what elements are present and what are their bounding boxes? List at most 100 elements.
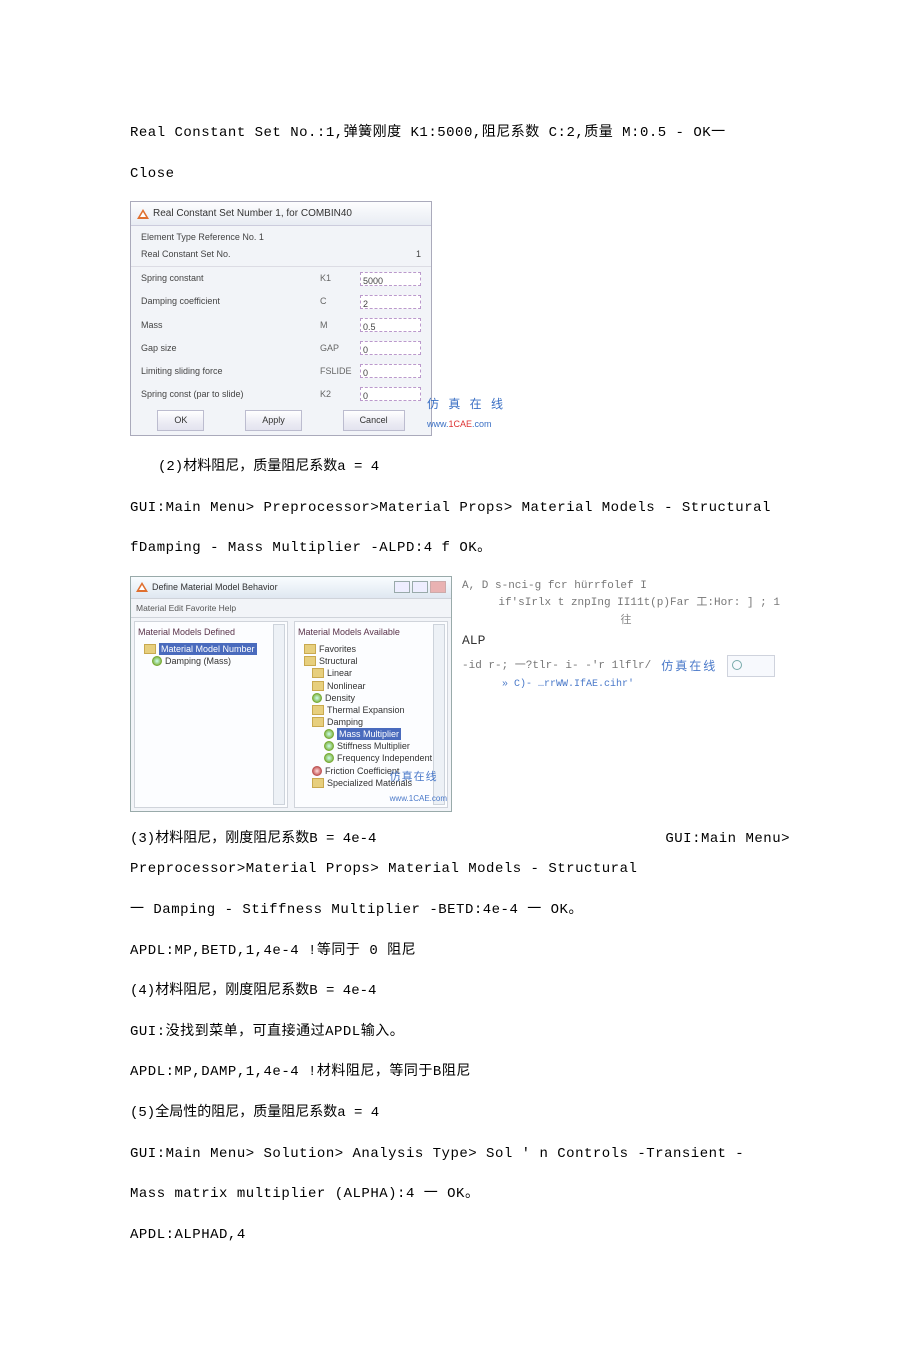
right-col-head: Material Models Available [298, 624, 444, 643]
graph-icon [727, 655, 775, 677]
folder-icon [312, 681, 324, 691]
folder-icon [312, 705, 324, 715]
label-k1: Spring constant [141, 270, 320, 287]
scrollbar[interactable] [273, 624, 285, 805]
label-c: Damping coefficient [141, 293, 320, 310]
set-no-input[interactable]: 1 [416, 246, 421, 263]
dialog-subheader: Element Type Reference No. 1 Real Consta… [131, 226, 431, 267]
max-icon[interactable] [412, 581, 428, 593]
min-icon[interactable] [394, 581, 410, 593]
sec4-line2: APDL:MP,DAMP,1,4e-4 !材料阻尼，等同于B阻尼 [130, 1059, 790, 1086]
element-type-ref-label: Element Type Reference No. 1 [141, 229, 421, 246]
tree-item[interactable]: Nonlinear [298, 680, 444, 692]
tree-item[interactable]: Mass Multiplier [298, 728, 444, 740]
tree-label: Thermal Expansion [327, 704, 405, 716]
sec3-line2: 一 Damping - Stiffness Multiplier -BETD:4… [130, 897, 790, 924]
code-fslide: FSLIDE [320, 363, 360, 380]
tree-item[interactable]: Material Model Number [138, 643, 284, 655]
material-menubar[interactable]: Material Edit Favorite Help [131, 599, 451, 618]
sec5-heading: (5)全局性的阻尼，质量阻尼系数a = 4 [130, 1100, 790, 1127]
watermark: 仿 真 在 线 www.1CAE.com [427, 393, 506, 433]
apply-button[interactable]: Apply [245, 410, 302, 431]
tree-label: Mass Multiplier [337, 728, 401, 740]
tree-label: Structural [319, 655, 358, 667]
frag-line-2: if'sIrlx t znpIng II11t(p)Far 工:Hor: ] ;… [462, 595, 790, 613]
sec5-line1: GUI:Main Menu> Solution> Analysis Type> … [130, 1141, 790, 1168]
atom-icon [312, 766, 322, 776]
cancel-button[interactable]: Cancel [343, 410, 405, 431]
row-fslide: Limiting sliding force FSLIDE 0 [131, 360, 431, 383]
sec3-gui-label: GUI:Main Menu> [665, 826, 790, 853]
sec2-gui-line1: GUI:Main Menu> Preprocessor>Material Pro… [130, 495, 790, 522]
input-fslide[interactable]: 0 [360, 364, 421, 378]
sec2-gui-line2: fDamping - Mass Multiplier -ALPD:4 f OK。 [130, 535, 790, 562]
folder-icon [304, 644, 316, 654]
row-m: Mass M 0.5 [131, 314, 431, 337]
input-k1[interactable]: 5000 [360, 272, 421, 286]
intro-line-1: Real Constant Set No.:1,弹簧刚度 K1:5000,阻尼系… [130, 120, 790, 147]
tree-label: Density [325, 692, 355, 704]
tree-label: Linear [327, 667, 352, 679]
dialog-title-text: Real Constant Set Number 1, for COMBIN40 [153, 204, 352, 223]
row-k2: Spring const (par to slide) K2 0 [131, 383, 431, 406]
ok-button[interactable]: OK [157, 410, 204, 431]
sec5-line3: APDL:ALPHAD,4 [130, 1222, 790, 1249]
sec4-line1: GUI:没找到菜单，可直接通过APDL输入。 [130, 1019, 790, 1046]
input-m[interactable]: 0.5 [360, 318, 421, 332]
row-c: Damping coefficient C 2 [131, 290, 431, 313]
tree-item[interactable]: Density [298, 692, 444, 704]
label-m: Mass [141, 317, 320, 334]
close-icon[interactable] [430, 581, 446, 593]
tree-label: Damping (Mass) [165, 655, 231, 667]
sec3-line3: APDL:MP,BETD,1,4e-4 !等同于 0 阻尼 [130, 938, 790, 965]
code-k2: K2 [320, 386, 360, 403]
atom-icon [312, 693, 322, 703]
ansys-icon [136, 582, 148, 592]
dialog-titlebar: Real Constant Set Number 1, for COMBIN40 [131, 202, 431, 226]
tree-item[interactable]: Damping [298, 716, 444, 728]
tree-label: Material Model Number [159, 643, 257, 655]
input-k2[interactable]: 0 [360, 387, 421, 401]
atom-icon [324, 753, 334, 763]
right-side-fragment: A, D s-nci-g fcr hürrfolef I if'sIrlx t … [462, 576, 790, 694]
tree-label: Stiffness Multiplier [337, 740, 410, 752]
material-titlebar: Define Material Model Behavior [131, 577, 451, 599]
tree-item[interactable]: Linear [298, 667, 444, 679]
tree-item[interactable]: Frequency Independent [298, 752, 444, 764]
material-title-text: Define Material Model Behavior [152, 579, 278, 596]
code-k1: K1 [320, 270, 360, 287]
real-constant-dialog: Real Constant Set Number 1, for COMBIN40… [130, 201, 432, 436]
sec2-heading: (2)材料阻尼，质量阻尼系数a = 4 [130, 454, 790, 481]
sec4-heading: (4)材料阻尼，刚度阻尼系数B = 4e-4 [130, 978, 790, 1005]
label-k2: Spring const (par to slide) [141, 386, 320, 403]
input-c[interactable]: 2 [360, 295, 421, 309]
frag-alp: ALP [462, 631, 790, 652]
frag-dash: -id r-; 一?tlr- i- -'r 1lflr/ [462, 658, 651, 676]
frag-cn: 往 [462, 613, 790, 631]
tree-label: Damping [327, 716, 363, 728]
tree-item[interactable]: Favorites [298, 643, 444, 655]
tree-item[interactable]: Thermal Expansion [298, 704, 444, 716]
atom-icon [324, 741, 334, 751]
left-col-head: Material Models Defined [138, 624, 284, 643]
material-defined-panel: Material Models Defined Material Model N… [134, 621, 288, 808]
code-gap: GAP [320, 340, 360, 357]
label-gap: Gap size [141, 340, 320, 357]
watermark-cn: 仿 真 在 线 [427, 393, 506, 416]
tree-item[interactable]: Stiffness Multiplier [298, 740, 444, 752]
tree-item[interactable]: Damping (Mass) [138, 655, 284, 667]
watermark: 仿真在线 www.1CAE.com [390, 767, 447, 809]
row-k1: Spring constant K1 5000 [131, 267, 431, 290]
tree-label: Frequency Independent [337, 752, 432, 764]
sec3-line1: Preprocessor>Material Props> Material Mo… [130, 856, 790, 883]
input-gap[interactable]: 0 [360, 341, 421, 355]
set-no-label: Real Constant Set No. [141, 246, 416, 263]
folder-icon [312, 668, 324, 678]
tree-item[interactable]: Structural [298, 655, 444, 667]
window-buttons [394, 581, 446, 593]
tree-label: Friction Coefficient [325, 765, 399, 777]
intro-line-2: Close [130, 161, 790, 188]
watermark-url: www.1CAE.com [427, 416, 506, 433]
label-fslide: Limiting sliding force [141, 363, 320, 380]
code-m: M [320, 317, 360, 334]
